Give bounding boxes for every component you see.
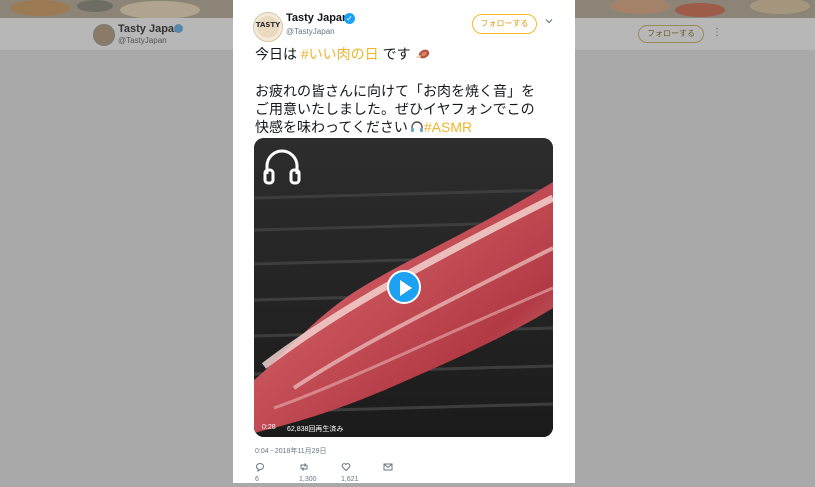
reply-button[interactable]: 6 [255,462,269,483]
headphones-emoji-icon [410,121,423,132]
background-profile-handle: @TastyJapan [118,36,167,45]
headphones-icon [263,149,301,185]
background-avatar [93,24,115,46]
tweet-text-line-3: ご用意いたしました。ぜひイヤフォンでこの [255,101,535,117]
retweet-button[interactable]: 1,300 [299,462,317,483]
chevron-down-icon[interactable] [544,16,554,26]
like-icon [341,463,351,472]
hashtag-link[interactable]: #ASMR [424,119,472,135]
author-handle[interactable]: @TastyJapan [286,27,335,36]
tweet-text-line-4: 快感を味わってください #ASMR [255,117,472,137]
message-button[interactable] [383,462,397,474]
message-icon [383,463,393,471]
meat-emoji-icon [416,49,430,59]
tweet-timestamp[interactable]: 0:04 - 2018年11月29日 [255,446,326,456]
background-profile-name: Tasty Japan [118,23,181,35]
follow-button[interactable]: フォローする [472,14,537,34]
reply-icon [256,463,265,473]
tweet-card: TASTY Tasty Japan ✓ @TastyJapan フォローする 今… [233,0,575,483]
tweet-text-line-1: 今日は #いい肉の日 です [255,44,430,64]
like-count: 1,621 [341,476,359,483]
reply-count: 6 [255,476,259,483]
video-player[interactable]: 0:28 62,838回再生済み [254,138,553,437]
hashtag-link[interactable]: #いい肉の日 [301,46,379,62]
author-name[interactable]: Tasty Japan [286,12,349,24]
tweet-text-line-2: お疲れの皆さんに向けて「お肉を焼く音」を [255,83,535,99]
tweet-text: 今日は [255,46,301,62]
retweet-icon [300,463,308,472]
avatar-logo: TASTY [255,21,281,29]
like-button[interactable]: 1,621 [341,462,359,483]
verified-badge-icon: ✓ [344,13,355,24]
tweet-text: です [378,46,411,62]
background-follow-button: フォローする [638,25,704,43]
play-button[interactable] [387,270,421,304]
retweet-count: 1,300 [299,476,317,483]
background-more-icon: ⋮ [712,27,722,38]
background-verified-icon [174,24,183,33]
tweet-text: 快感を味わってください [255,119,408,135]
play-icon [400,280,412,296]
avatar[interactable]: TASTY [253,12,283,42]
video-view-count: 62,838回再生済み [287,426,344,433]
video-duration: 0:28 [262,424,276,431]
